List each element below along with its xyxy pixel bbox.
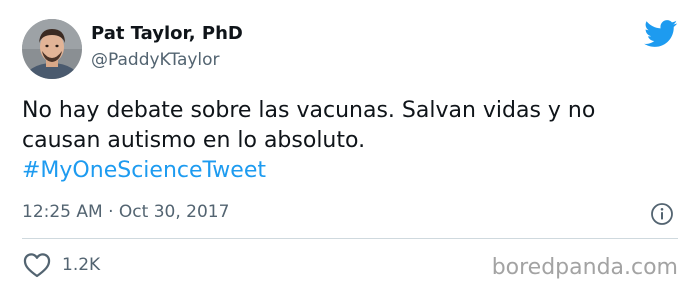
tweet-text-line-1: No hay debate sobre las vacunas. Salvan … (22, 98, 596, 123)
tweet-text-line-2: causan autismo en lo absoluto. (22, 128, 366, 153)
like-button[interactable]: 1.2K (22, 252, 100, 278)
twitter-bird-icon[interactable] (644, 20, 678, 48)
watermark: boredpanda.com (491, 255, 678, 280)
tweet-timestamp: 12:25 AM · Oct 30, 2017 (22, 200, 229, 224)
heart-icon (23, 253, 51, 278)
avatar-photo (22, 19, 82, 79)
meta-separator: · (108, 202, 114, 222)
info-icon[interactable] (650, 202, 674, 226)
hashtag-link[interactable]: #MyOneScienceTweet (22, 156, 266, 186)
author-avatar[interactable] (22, 19, 82, 79)
tweet-time[interactable]: 12:25 AM (22, 202, 103, 222)
tweet-text: No hay debate sobre las vacunas. Salvan … (22, 96, 682, 186)
like-count: 1.2K (62, 255, 101, 275)
divider (22, 238, 678, 239)
author-handle[interactable]: @PaddyKTaylor (91, 49, 220, 71)
author-display-name[interactable]: Pat Taylor, PhD (91, 22, 243, 46)
tweet-date[interactable]: Oct 30, 2017 (119, 202, 230, 222)
tweet-card: Pat Taylor, PhD @PaddyKTaylor No hay deb… (0, 0, 700, 290)
